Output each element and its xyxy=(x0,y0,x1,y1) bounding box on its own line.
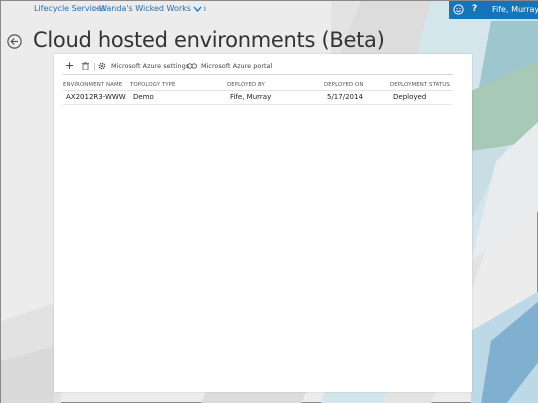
page-title: Cloud hosted environments (Beta) xyxy=(33,28,385,52)
cell-topology-type: Demo xyxy=(133,93,154,101)
table-row[interactable]: AX2012R3-WWW Demo Fife, Murray 5/17/2014… xyxy=(63,90,453,104)
col-topology-type[interactable]: TOPOLOGY TYPE xyxy=(130,81,176,89)
breadcrumb-project[interactable]: Wanda's Wicked Workshop xyxy=(99,4,206,14)
toolbar: + Microsoft Azure settings Microsoft Azu… xyxy=(54,58,472,74)
col-environment-name[interactable]: ENVIRONMENT NAME xyxy=(63,81,122,89)
back-arrow-icon[interactable] xyxy=(7,34,22,49)
azure-settings-label: Microsoft Azure settings xyxy=(111,62,190,70)
cell-deployment-status: Deployed xyxy=(393,93,427,101)
user-bar: ? Fife, Murray xyxy=(449,1,538,19)
cell-environment-name[interactable]: AX2012R3-WWW xyxy=(66,93,126,102)
col-deployment-status[interactable]: DEPLOYMENT STATUS xyxy=(390,81,450,89)
link-icon xyxy=(187,63,197,69)
cell-deployed-by: Fife, Murray xyxy=(230,93,272,101)
toolbar-rule xyxy=(63,74,453,75)
add-icon[interactable]: + xyxy=(65,58,74,74)
chevron-down-icon[interactable] xyxy=(191,3,204,15)
toolbar-divider xyxy=(94,63,95,71)
cell-deployed-on: 5/17/2014 xyxy=(327,93,363,101)
help-icon[interactable]: ? xyxy=(472,4,477,15)
col-deployed-on[interactable]: DEPLOYED ON xyxy=(324,81,364,89)
breadcrumb-separator: > xyxy=(91,4,98,13)
azure-portal-label: Microsoft Azure portal xyxy=(201,62,273,70)
user-name[interactable]: Fife, Murray xyxy=(492,5,538,15)
col-deployed-by[interactable]: DEPLOYED BY xyxy=(227,81,265,89)
row-rule xyxy=(63,104,453,105)
gear-icon xyxy=(98,62,106,70)
delete-icon[interactable] xyxy=(82,62,89,70)
top-nav-bar: Lifecycle Services > Wanda's Wicked Work… xyxy=(1,1,538,19)
smiley-icon[interactable] xyxy=(453,4,464,15)
environments-panel: + Microsoft Azure settings Microsoft Azu… xyxy=(54,54,472,392)
